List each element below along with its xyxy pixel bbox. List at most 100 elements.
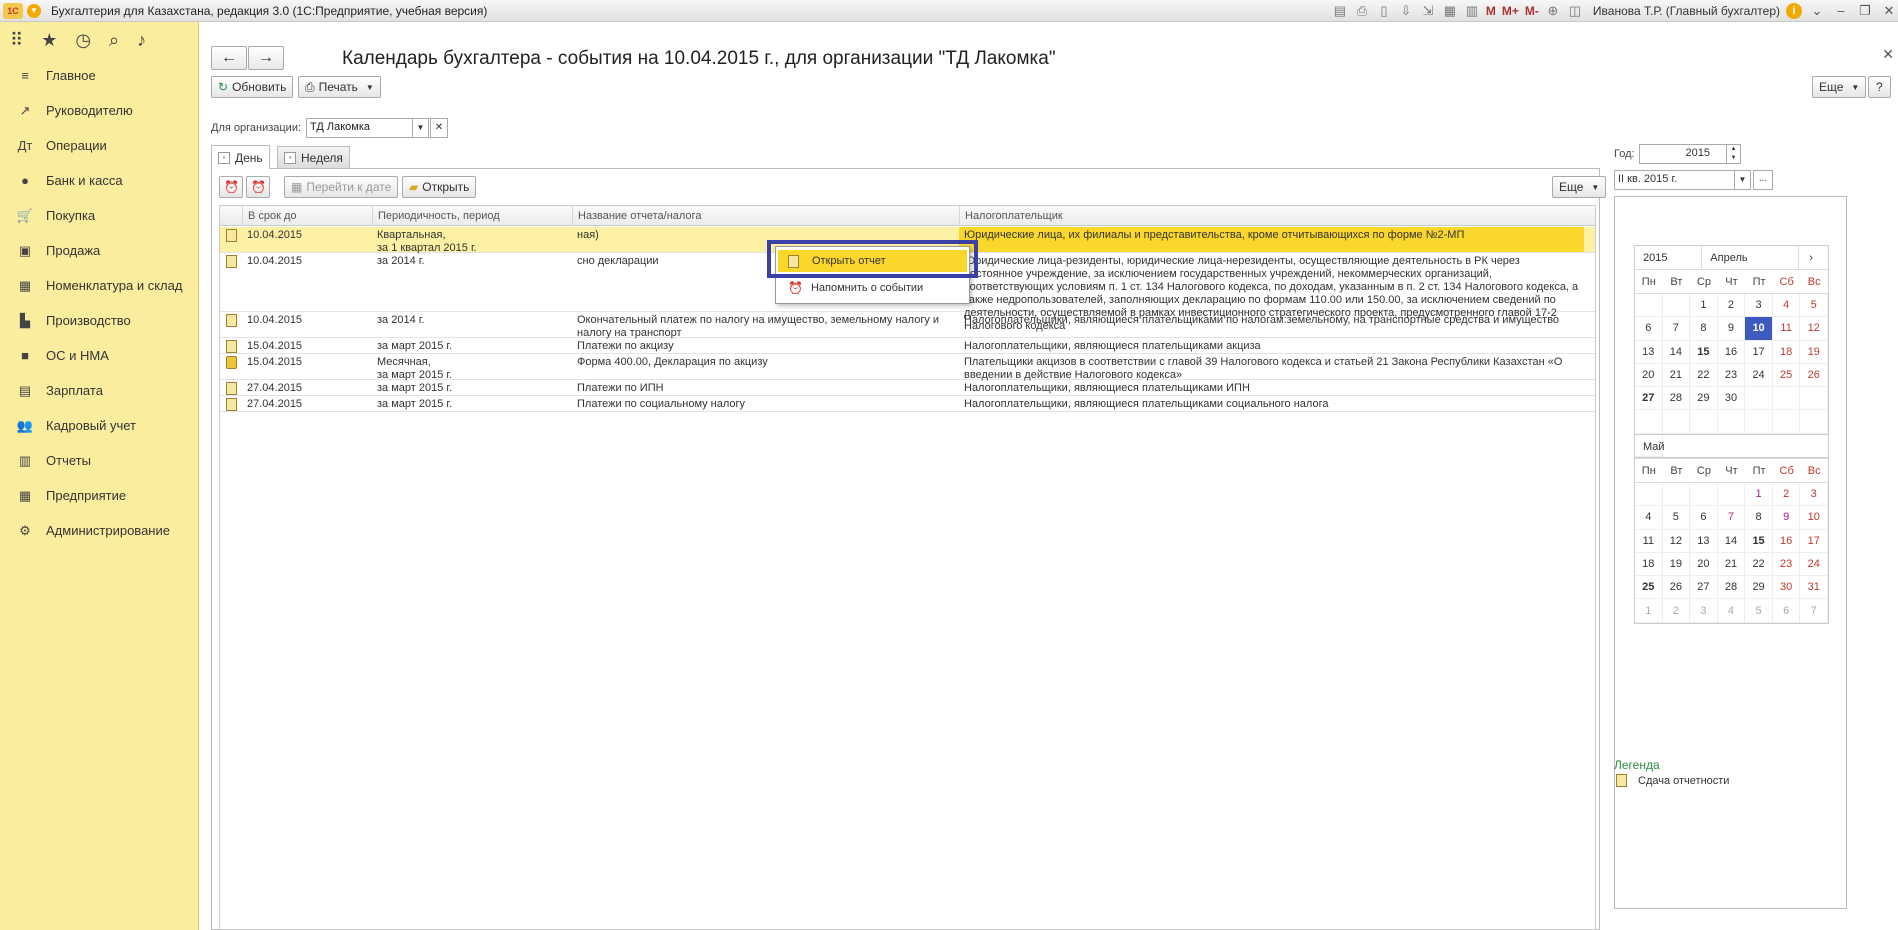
calendar-day[interactable]: 31 (1800, 576, 1828, 600)
calendar-day[interactable]: 28 (1717, 576, 1746, 600)
calendar-day[interactable]: 7 (1800, 599, 1828, 623)
calendar-day[interactable]: 16 (1772, 529, 1801, 553)
calendar-day[interactable]: 14 (1662, 340, 1691, 364)
header-period[interactable]: Периодичность, период (372, 206, 572, 226)
calendar-icon[interactable]: ▥ (1464, 3, 1480, 19)
calendar-day[interactable]: 11 (1772, 317, 1801, 341)
table-row[interactable]: 10.04.2015 за 2014 г. Окончательный платеж… (220, 312, 1595, 339)
calendar-day[interactable]: 24 (1745, 363, 1773, 388)
calendar-day[interactable]: 27 (1690, 576, 1718, 600)
calendar-day[interactable]: 5 (1800, 294, 1828, 318)
table-row[interactable]: 15.04.2015 за март 2015 г. Платежи по акци… (220, 338, 1595, 354)
memory-mplus-button[interactable]: M+ (1502, 4, 1519, 18)
calendar-day[interactable]: 8 (1745, 506, 1773, 530)
more-button[interactable]: Еще ▼ (1812, 76, 1867, 98)
calendar-day[interactable]: 5 (1662, 506, 1691, 530)
calendar-day[interactable]: 29 (1745, 576, 1773, 600)
calendar-day[interactable]: 22 (1690, 363, 1718, 388)
calendar-day[interactable]: 12 (1800, 317, 1828, 341)
year-spinner[interactable]: ▲ ▼ (1727, 144, 1741, 164)
header-payer[interactable]: Налогоплательщик (959, 206, 1597, 226)
calendar-day[interactable]: 6 (1635, 317, 1663, 341)
calendar-day[interactable]: 18 (1635, 552, 1663, 577)
attach-icon[interactable]: ⇩ (1398, 3, 1414, 19)
calendar-day[interactable]: 18 (1772, 340, 1801, 364)
sidebar-item-0[interactable]: ≡ Главное (0, 58, 198, 93)
sidebar-item-11[interactable]: ▥ Отчеты (0, 443, 198, 478)
tab-week[interactable]: ▫ Неделя (277, 146, 350, 168)
calendar-day[interactable]: 17 (1800, 529, 1828, 553)
info-icon[interactable]: i (1786, 2, 1802, 19)
calendar-day[interactable]: 20 (1635, 363, 1663, 388)
calendar-day[interactable]: 30 (1717, 387, 1746, 411)
sidebar-item-4[interactable]: 🛒 Покупка (0, 198, 198, 233)
calendar-day[interactable]: 3 (1800, 483, 1828, 507)
sidebar-item-6[interactable]: ▦ Номенклатура и склад (0, 268, 198, 303)
grid-more-button[interactable]: Еще ▼ (1552, 176, 1607, 198)
calendar-day[interactable]: 1 (1745, 483, 1773, 507)
org-dropdown-button[interactable]: ▼ (413, 118, 429, 138)
forward-button[interactable]: → (248, 46, 284, 70)
calendar-day[interactable]: 22 (1745, 552, 1773, 577)
header-date[interactable]: В срок до (242, 206, 372, 226)
table-icon[interactable]: ▦ (1442, 3, 1458, 19)
panel-icon[interactable]: ◫ (1567, 3, 1583, 19)
link-icon[interactable]: ⇲ (1420, 3, 1436, 19)
calendar-year[interactable]: 2015 (1635, 246, 1703, 269)
print-icon[interactable]: ⎙ (1354, 3, 1370, 19)
quarter-input[interactable]: II кв. 2015 г. (1614, 170, 1735, 190)
favorites-star-icon[interactable]: ★ (41, 30, 57, 51)
calendar-day[interactable]: 6 (1772, 599, 1801, 623)
search-icon[interactable]: ⌕ (109, 30, 119, 51)
chevron-down-icon[interactable]: ⌄ (1808, 3, 1826, 19)
cancel-remind-button[interactable]: ⏰ (246, 176, 270, 198)
memory-m-button[interactable]: M (1486, 4, 1496, 18)
calendar-day[interactable]: 1 (1690, 294, 1718, 318)
history-icon[interactable]: ◷ (75, 30, 91, 51)
calendar-day[interactable]: 3 (1690, 599, 1718, 623)
calendar-day[interactable]: 10 (1800, 506, 1828, 530)
calendar-day[interactable]: 21 (1717, 552, 1746, 577)
sidebar-item-7[interactable]: ▙ Производство (0, 303, 198, 338)
sidebar-item-2[interactable]: Дт Операции (0, 128, 198, 163)
calendar-day[interactable]: 11 (1635, 529, 1663, 553)
calendar-day[interactable]: 27 (1635, 387, 1663, 411)
close-form-icon[interactable]: ✕ (1882, 46, 1894, 63)
calendar-day[interactable]: 6 (1690, 506, 1718, 530)
goto-date-button[interactable]: ▦ Перейти к дате (284, 176, 399, 198)
calendar-day[interactable]: 17 (1745, 340, 1773, 364)
preview-icon[interactable]: ▯ (1376, 3, 1392, 19)
menu-item-remind[interactable]: ⏰ Напомнить о событии (778, 277, 967, 299)
calendar-day[interactable]: 25 (1635, 576, 1663, 600)
sidebar-item-10[interactable]: 👥 Кадровый учет (0, 408, 198, 443)
table-row[interactable]: 27.04.2015 за март 2015 г. Платежи по ИПН Н… (220, 380, 1595, 396)
calendar-day[interactable]: 23 (1772, 552, 1801, 577)
sidebar-item-3[interactable]: ● Банк и касса (0, 163, 198, 198)
calendar-day[interactable]: 21 (1662, 363, 1691, 388)
calendar-day[interactable]: 5 (1745, 599, 1773, 623)
table-row[interactable]: 15.04.2015 Месячная, за март 2015 г. Форма… (220, 354, 1595, 381)
calendar-day[interactable]: 4 (1717, 599, 1746, 623)
help-button[interactable]: ? (1868, 76, 1891, 98)
calendar-day[interactable]: 12 (1662, 529, 1691, 553)
calendar-day[interactable]: 26 (1662, 576, 1691, 600)
calendar-day[interactable]: 30 (1772, 576, 1801, 600)
calendar-day[interactable]: 2 (1717, 294, 1746, 318)
calendar-day[interactable]: 16 (1717, 340, 1746, 364)
calendar-day[interactable]: 19 (1662, 552, 1691, 577)
memory-mminus-button[interactable]: M- (1525, 4, 1539, 18)
back-button[interactable]: ← (211, 46, 247, 70)
org-clear-button[interactable]: ✕ (430, 118, 448, 138)
calendar-day[interactable]: 24 (1800, 552, 1828, 577)
main-menu-icon[interactable]: ▼ (27, 3, 41, 18)
refresh-button[interactable]: ↻ Обновить (211, 76, 294, 98)
minimize-icon[interactable]: – (1832, 3, 1850, 18)
calendar-day[interactable]: 20 (1690, 552, 1718, 577)
calendar-day[interactable]: 13 (1690, 529, 1718, 553)
calendar-day[interactable]: 19 (1800, 340, 1828, 364)
calendar-day[interactable]: 29 (1690, 387, 1718, 411)
close-window-icon[interactable]: ✕ (1880, 3, 1898, 19)
calendar-day[interactable]: 13 (1635, 340, 1663, 364)
calendar-day[interactable]: 23 (1717, 363, 1746, 388)
calendar-day[interactable]: 15 (1745, 529, 1773, 553)
